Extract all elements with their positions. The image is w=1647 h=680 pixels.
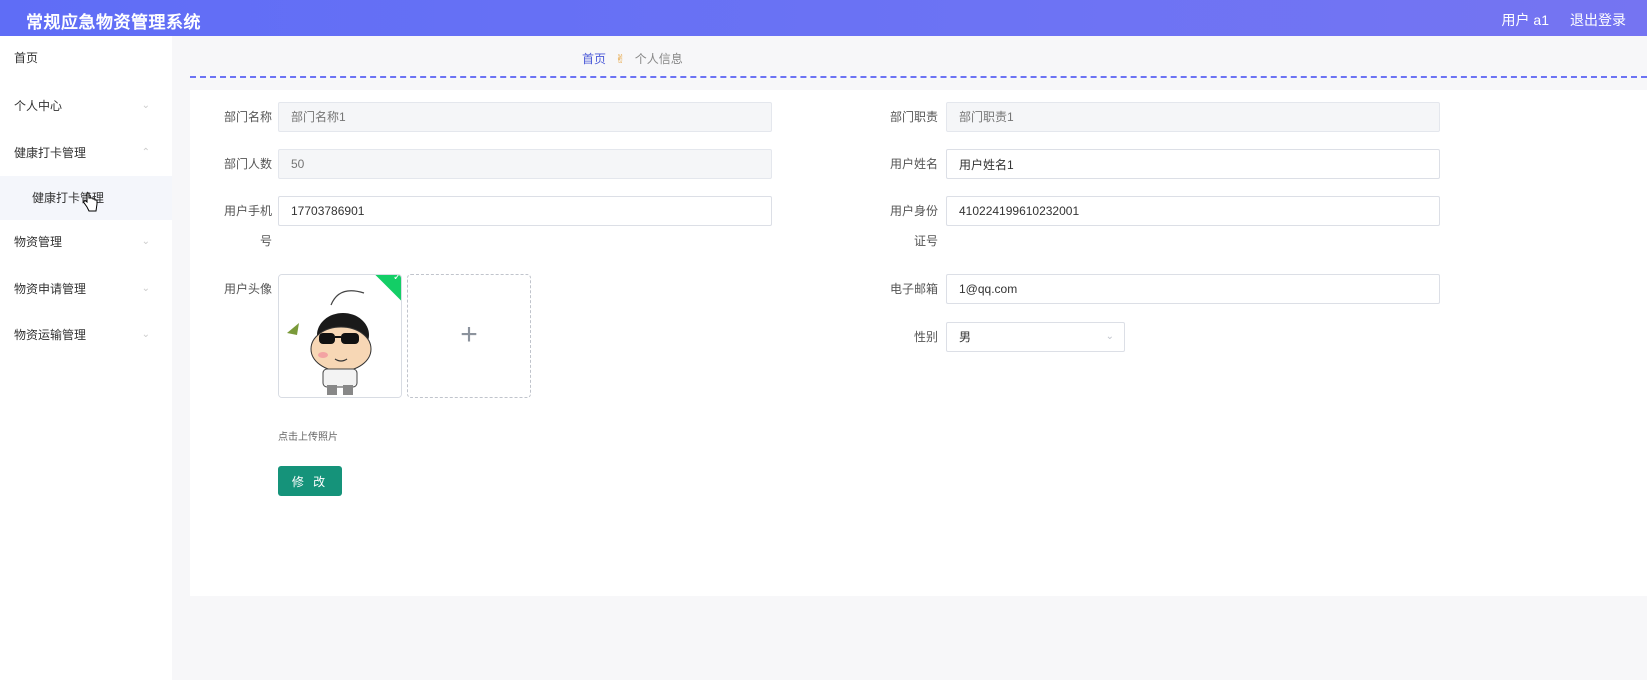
sidebar-item-home[interactable]: 首页	[0, 36, 172, 80]
id-card-label-line2: 证号	[913, 234, 938, 248]
breadcrumb-home[interactable]: 首页	[582, 52, 606, 66]
sidebar-item-supply-transport[interactable]: 物资运输管理 ⌄	[0, 313, 172, 357]
email-label: 电子邮箱	[889, 282, 938, 296]
hand-cursor-icon	[82, 192, 98, 217]
sidebar-item-label: 物资申请管理	[14, 282, 87, 296]
top-bar: 常规应急物资管理系统 用户 a1 退出登录	[0, 0, 1647, 36]
avatar-upload-button[interactable]: +	[407, 274, 531, 398]
sidebar-item-label: 健康打卡管理	[14, 146, 87, 160]
avatar-image[interactable]: ✓	[278, 274, 402, 398]
gender-select[interactable]: 男 ⌄	[946, 322, 1125, 352]
profile-form: 部门名称 部门职责 部门人数 用户姓名 用户手机 号 用户身份 证号 用户头像	[190, 90, 1647, 596]
dept-duty-label: 部门职责	[889, 110, 938, 124]
sidebar-item-health-checkin[interactable]: 健康打卡管理 ⌃	[0, 131, 172, 175]
dept-name-label: 部门名称	[223, 110, 272, 124]
dept-count-label: 部门人数	[223, 157, 272, 171]
sidebar-item-label: 首页	[14, 51, 39, 65]
id-card-label: 用户身份 证号	[868, 196, 938, 256]
sidebar-item-label: 物资运输管理	[14, 328, 87, 342]
dept-name-input[interactable]	[278, 102, 772, 132]
phone-label-line2: 号	[259, 234, 272, 248]
breadcrumb: 首页 ✌ 个人信息	[582, 50, 683, 67]
sidebar-item-personal-center[interactable]: 个人中心 ⌄	[0, 84, 172, 128]
plus-icon: +	[460, 318, 478, 351]
avatar-label: 用户头像	[223, 282, 272, 296]
phone-label-line1: 用户手机	[223, 204, 272, 218]
gender-label: 性别	[913, 330, 938, 344]
avatar-cartoon-icon	[279, 275, 401, 397]
breadcrumb-current: 个人信息	[634, 52, 683, 66]
breadcrumb-divider	[190, 76, 1647, 78]
hand-icon: ✌	[615, 52, 626, 66]
app-title: 常规应急物资管理系统	[26, 13, 201, 32]
sidebar-item-label: 物资管理	[14, 235, 63, 249]
submit-button[interactable]: 修 改	[278, 466, 342, 496]
sidebar-item-supply-requests[interactable]: 物资申请管理 ⌄	[0, 267, 172, 311]
sidebar-item-label: 个人中心	[14, 99, 63, 113]
dept-duty-input[interactable]	[946, 102, 1440, 132]
upload-tip: 点击上传照片	[278, 432, 338, 443]
email-input[interactable]	[946, 274, 1440, 304]
chevron-up-icon: ⌃	[141, 147, 150, 158]
sidebar-item-supplies[interactable]: 物资管理 ⌄	[0, 220, 172, 264]
chevron-down-icon: ⌄	[141, 236, 150, 247]
chevron-down-icon: ⌄	[141, 100, 150, 111]
user-name-label: 用户姓名	[889, 157, 938, 171]
user-name-input[interactable]	[946, 149, 1440, 179]
logout-link[interactable]: 退出登录	[1570, 10, 1626, 30]
gender-select-value: 男	[959, 330, 972, 344]
id-card-label-line1: 用户身份	[889, 204, 938, 218]
chevron-down-icon: ⌄	[141, 283, 150, 294]
current-user: 用户 a1	[1501, 12, 1549, 28]
main-content: 首页 ✌ 个人信息 部门名称 部门职责 部门人数 用户姓名 用户手机 号 用户身…	[172, 36, 1647, 680]
check-icon: ✓	[393, 274, 402, 284]
phone-input[interactable]	[278, 196, 772, 226]
chevron-down-icon: ⌄	[1105, 331, 1114, 342]
dept-count-input[interactable]	[278, 149, 772, 179]
chevron-down-icon: ⌄	[141, 329, 150, 340]
phone-label: 用户手机 号	[202, 196, 272, 256]
id-card-input[interactable]	[946, 196, 1440, 226]
sidebar: 首页 个人中心 ⌄ 健康打卡管理 ⌃ 健康打卡管理 物资管理 ⌄ 物资申请管理 …	[0, 36, 172, 680]
